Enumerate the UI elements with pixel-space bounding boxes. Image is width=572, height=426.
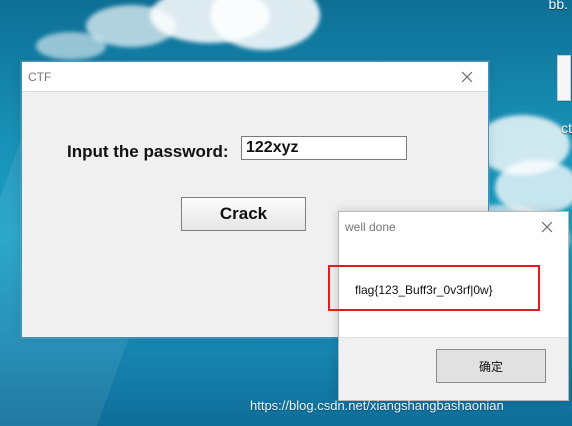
ctf-close-button[interactable] xyxy=(446,62,488,92)
message-footer: 确定 xyxy=(339,337,568,400)
password-label: Input the password: xyxy=(67,142,229,161)
flag-highlight-box xyxy=(328,265,540,311)
desktop-icon-label: ct xyxy=(561,120,572,136)
ctf-window-title: CTF xyxy=(28,69,52,84)
message-close-button[interactable] xyxy=(526,212,568,242)
message-titlebar: well done xyxy=(339,212,568,242)
message-window-title: well done xyxy=(345,220,396,234)
file-icon xyxy=(557,55,571,101)
cloud xyxy=(36,32,106,60)
desktop-file-shortcut[interactable] xyxy=(556,55,572,109)
ok-button[interactable]: 确定 xyxy=(436,349,546,383)
password-input[interactable] xyxy=(241,136,407,160)
cloud xyxy=(210,0,320,50)
desktop-top-label: bb. xyxy=(548,0,568,12)
close-icon xyxy=(461,71,473,83)
watermark-text: https://blog.csdn.net/xiangshangbashaoni… xyxy=(250,398,504,413)
ctf-titlebar: CTF xyxy=(22,62,488,92)
close-icon xyxy=(541,221,553,233)
crack-button[interactable]: Crack xyxy=(181,197,306,231)
